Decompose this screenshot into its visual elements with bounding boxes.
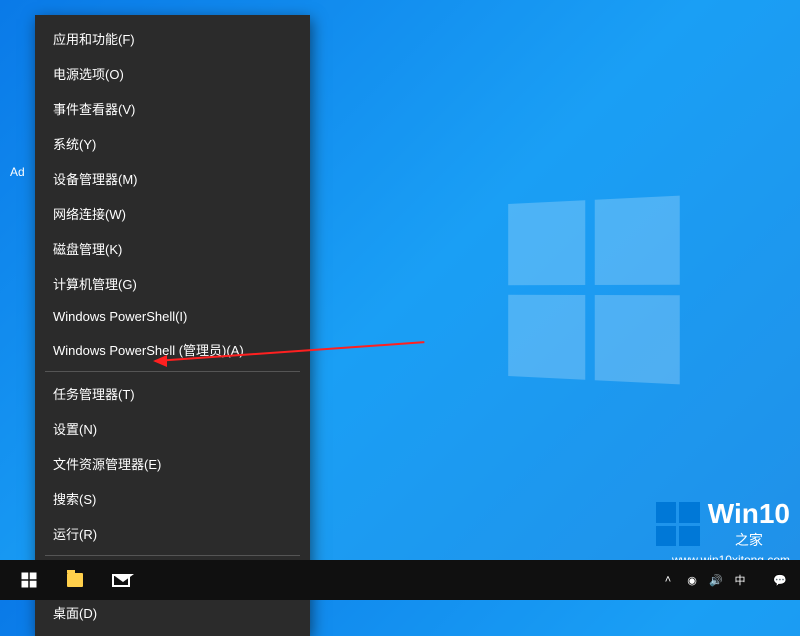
mail-taskbar-icon[interactable] — [98, 560, 144, 600]
menu-item[interactable]: 运行(R) — [35, 516, 310, 551]
menu-item[interactable]: 事件查看器(V) — [35, 91, 310, 126]
menu-item-label: Windows PowerShell (管理员)(A) — [53, 343, 244, 358]
menu-separator — [45, 555, 300, 556]
menu-item-label: 电源选项(O) — [53, 67, 124, 82]
menu-separator — [45, 371, 300, 372]
menu-item-label: 桌面(D) — [53, 606, 97, 621]
menu-item[interactable]: 应用和功能(F) — [35, 21, 310, 56]
people-icon[interactable]: ◉ — [680, 574, 704, 587]
menu-item[interactable]: 电源选项(O) — [35, 56, 310, 91]
menu-item-label: 任务管理器(T) — [53, 387, 135, 402]
menu-item[interactable]: 设备管理器(M) — [35, 161, 310, 196]
menu-item-label: 计算机管理(G) — [53, 277, 137, 292]
menu-item-label: 应用和功能(F) — [53, 32, 135, 47]
menu-item-label: 磁盘管理(K) — [53, 242, 122, 257]
notification-icon[interactable]: 💬 — [768, 574, 792, 587]
menu-item-label: 网络连接(W) — [53, 207, 126, 222]
menu-item[interactable]: Windows PowerShell (管理员)(A) — [35, 332, 310, 367]
menu-item[interactable]: 计算机管理(G) — [35, 266, 310, 301]
menu-item-label: 事件查看器(V) — [53, 102, 135, 117]
volume-icon[interactable]: 🔊 — [704, 574, 728, 587]
system-tray[interactable]: ˄ ◉ 🔊 中 💬 — [656, 572, 800, 588]
watermark: Win10之家 — [656, 498, 790, 550]
menu-item-label: 搜索(S) — [53, 492, 96, 507]
desktop-icon-label: Ad — [10, 165, 25, 179]
menu-item[interactable]: 网络连接(W) — [35, 196, 310, 231]
menu-item[interactable]: 桌面(D) — [35, 595, 310, 630]
file-explorer-taskbar-icon[interactable] — [52, 560, 98, 600]
desktop-windows-logo — [500, 200, 680, 380]
tray-overflow-icon[interactable]: ˄ — [656, 574, 680, 586]
menu-item-label: 设备管理器(M) — [53, 172, 138, 187]
start-button[interactable] — [6, 560, 52, 600]
menu-item-label: Windows PowerShell(I) — [53, 309, 187, 324]
menu-item[interactable]: Windows PowerShell(I) — [35, 301, 310, 332]
menu-item[interactable]: 系统(Y) — [35, 126, 310, 161]
ime-icon[interactable]: 中 — [728, 572, 752, 588]
menu-item-label: 文件资源管理器(E) — [53, 457, 161, 472]
menu-item-label: 设置(N) — [53, 422, 97, 437]
menu-item[interactable]: 设置(N) — [35, 411, 310, 446]
menu-item[interactable]: 文件资源管理器(E) — [35, 446, 310, 481]
menu-item[interactable]: 任务管理器(T) — [35, 376, 310, 411]
menu-item[interactable]: 磁盘管理(K) — [35, 231, 310, 266]
win10-logo-icon — [656, 502, 700, 546]
taskbar: ˄ ◉ 🔊 中 💬 — [0, 560, 800, 600]
winx-context-menu[interactable]: 应用和功能(F) 电源选项(O) 事件查看器(V) 系统(Y) 设备管理器(M) 网络连接… — [35, 15, 310, 636]
menu-item-label: 运行(R) — [53, 527, 97, 542]
menu-item-label: 系统(Y) — [53, 137, 96, 152]
menu-item[interactable]: 搜索(S) — [35, 481, 310, 516]
